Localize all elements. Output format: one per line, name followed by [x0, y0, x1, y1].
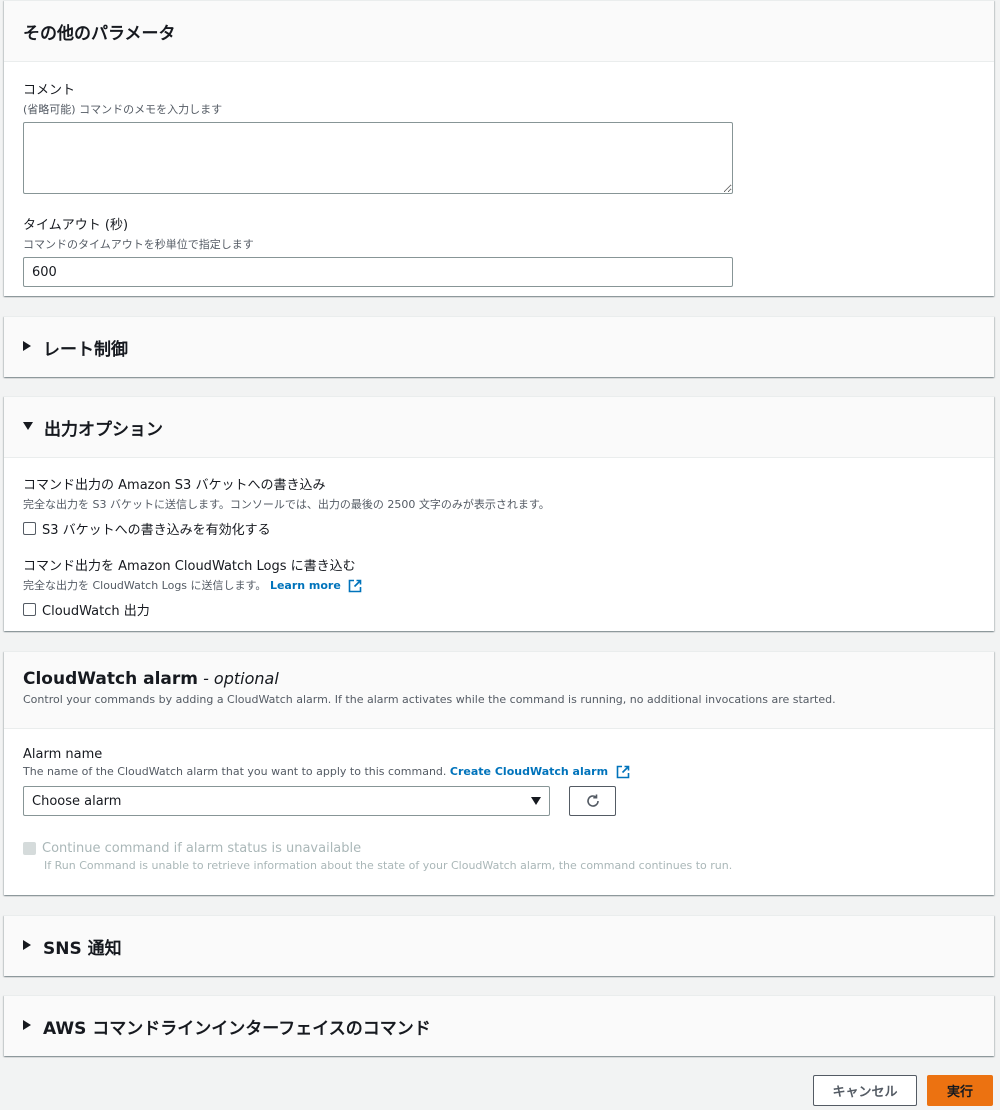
external-link-icon[interactable]: [616, 765, 630, 779]
alarm-select-value: Choose alarm: [32, 793, 122, 809]
alarm-name-description: The name of the CloudWatch alarm that yo…: [23, 765, 447, 778]
alarm-header: CloudWatch alarm - optional Control your…: [4, 652, 994, 729]
alarm-body: Alarm name The name of the CloudWatch al…: [4, 729, 994, 872]
rate-control-header[interactable]: レート制御: [4, 317, 994, 377]
sns-title: SNS 通知: [43, 938, 122, 959]
output-options-title: 出力オプション: [44, 419, 163, 440]
alarm-description: Control your commands by adding a CloudW…: [23, 693, 836, 706]
other-params-body: コメント (省略可能) コマンドのメモを入力します タイムアウト (秒) コマン…: [4, 62, 994, 287]
cloudwatch-checkbox-label[interactable]: CloudWatch 出力: [42, 604, 150, 619]
create-alarm-link[interactable]: Create CloudWatch alarm: [450, 765, 608, 778]
rate-control-panel: レート制御: [4, 316, 994, 377]
caret-down-icon: [23, 421, 33, 430]
continue-checkbox: [23, 842, 36, 855]
cli-panel: AWS コマンドラインインターフェイスのコマンド: [4, 995, 994, 1056]
comment-textarea[interactable]: [23, 122, 733, 194]
continue-description: If Run Command is unable to retrieve inf…: [44, 859, 733, 872]
cloudwatch-alarm-panel: CloudWatch alarm - optional Control your…: [4, 651, 994, 895]
continue-checkbox-label: Continue command if alarm status is unav…: [42, 841, 362, 856]
comment-label: コメント: [23, 83, 76, 98]
cloudwatch-label: コマンド出力を Amazon CloudWatch Logs に書き込む: [23, 559, 356, 574]
sns-panel: SNS 通知: [4, 915, 994, 976]
other-params-panel: その他のパラメータ コメント (省略可能) コマンドのメモを入力します タイムア…: [4, 0, 994, 296]
alarm-name-label: Alarm name: [23, 747, 103, 762]
alarm-select[interactable]: Choose alarm: [23, 786, 550, 816]
refresh-icon: [586, 794, 599, 807]
external-link-icon[interactable]: [348, 579, 362, 593]
output-options-header[interactable]: 出力オプション: [4, 397, 994, 458]
timeout-label: タイムアウト (秒): [23, 218, 129, 233]
caret-right-icon: [23, 1019, 31, 1030]
caret-right-icon: [23, 939, 31, 950]
other-params-title: その他のパラメータ: [23, 23, 176, 44]
s3-label: コマンド出力の Amazon S3 バケットへの書き込み: [23, 478, 326, 493]
comment-description: (省略可能) コマンドのメモを入力します: [23, 103, 223, 116]
run-button[interactable]: 実行: [927, 1075, 993, 1106]
cli-title: AWS コマンドラインインターフェイスのコマンド: [43, 1018, 431, 1039]
continue-checkbox-row: Continue command if alarm status is unav…: [23, 838, 975, 856]
s3-description: 完全な出力を S3 バケットに送信します。コンソールでは、出力の最後の 2500…: [23, 498, 550, 511]
cloudwatch-description-row: 完全な出力を CloudWatch Logs に送信します。 Learn mor…: [23, 577, 975, 593]
cloudwatch-checkbox[interactable]: [23, 603, 36, 616]
s3-checkbox[interactable]: [23, 522, 36, 535]
alarm-select-row: Choose alarm: [23, 786, 975, 816]
timeout-input[interactable]: [23, 257, 733, 287]
other-params-header: その他のパラメータ: [4, 1, 994, 62]
dropdown-caret-icon: [531, 797, 541, 805]
cli-header[interactable]: AWS コマンドラインインターフェイスのコマンド: [4, 996, 994, 1056]
cancel-button[interactable]: キャンセル: [813, 1075, 917, 1106]
output-options-panel: 出力オプション コマンド出力の Amazon S3 バケットへの書き込み 完全な…: [4, 396, 994, 631]
timeout-description: コマンドのタイムアウトを秒単位で指定します: [23, 238, 254, 251]
alarm-title-suffix: - optional: [203, 669, 279, 688]
cloudwatch-checkbox-row[interactable]: CloudWatch 出力: [23, 599, 975, 619]
caret-right-icon: [23, 340, 31, 351]
output-options-body: コマンド出力の Amazon S3 バケットへの書き込み 完全な出力を S3 バ…: [4, 458, 994, 619]
cloudwatch-description: 完全な出力を CloudWatch Logs に送信します。: [23, 579, 267, 592]
s3-checkbox-row[interactable]: S3 バケットへの書き込みを有効化する: [23, 518, 975, 538]
learn-more-link[interactable]: Learn more: [270, 579, 341, 592]
alarm-name-description-row: The name of the CloudWatch alarm that yo…: [23, 765, 975, 779]
alarm-title: CloudWatch alarm: [23, 669, 198, 689]
sns-header[interactable]: SNS 通知: [4, 916, 994, 976]
s3-checkbox-label[interactable]: S3 バケットへの書き込みを有効化する: [42, 523, 271, 538]
refresh-button[interactable]: [569, 786, 616, 816]
rate-control-title: レート制御: [43, 339, 128, 360]
